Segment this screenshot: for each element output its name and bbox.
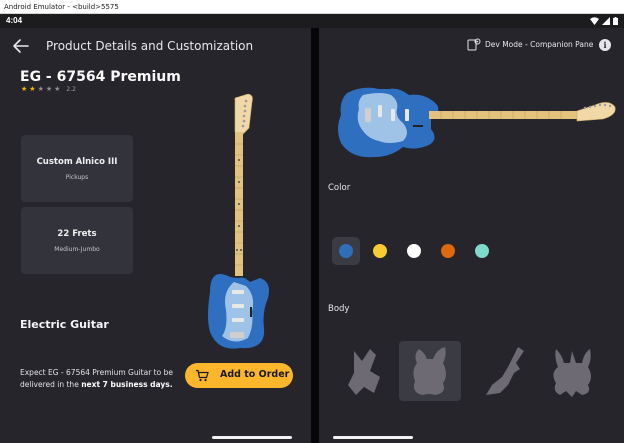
swatch-dot — [475, 244, 489, 258]
star-icon: ★ — [21, 85, 28, 93]
spec-title: 22 Frets — [57, 228, 97, 239]
page-title: Product Details and Customization — [46, 39, 254, 53]
flying-v-body-icon — [486, 347, 524, 395]
color-swatch-white[interactable] — [400, 237, 428, 265]
product-category: Electric Guitar — [20, 318, 109, 331]
product-name: EG - 67564 Premium — [20, 69, 181, 85]
star-icon: ★ — [29, 85, 36, 93]
body-option-stratocaster[interactable] — [399, 341, 461, 401]
companion-pane: Dev Mode - Companion Pane i Color Body — [319, 28, 624, 443]
color-swatch-yellow[interactable] — [366, 237, 394, 265]
stratocaster-body-icon — [413, 347, 446, 395]
add-to-order-button[interactable]: Add to Order — [185, 363, 293, 388]
dev-mode-indicator: Dev Mode - Companion Pane — [467, 38, 593, 51]
body-option-super-strat[interactable] — [542, 341, 604, 401]
gesture-nav-handle[interactable] — [212, 436, 292, 439]
star-empty-icon: ★ — [45, 85, 53, 93]
fold-hinge — [311, 28, 319, 443]
cart-icon — [196, 369, 209, 382]
color-swatch-blue[interactable] — [332, 237, 360, 265]
swatch-dot — [339, 244, 353, 258]
swatch-dot — [441, 244, 455, 258]
back-arrow-icon[interactable] — [12, 38, 30, 54]
star-empty-icon: ★ — [54, 85, 61, 93]
product-details-pane: Product Details and Customization EG - 6… — [0, 28, 311, 443]
swatch-dot — [407, 244, 421, 258]
signal-icon — [602, 17, 610, 25]
color-swatch-orange[interactable] — [434, 237, 462, 265]
rating: ★ ★ ★ ★ ★ 2.2 — [21, 85, 76, 93]
spec-subtitle: Pickups — [65, 173, 89, 181]
gesture-nav-handle[interactable] — [333, 436, 413, 439]
status-icons — [590, 17, 618, 25]
star-empty-icon: ★ — [37, 85, 44, 93]
guitar-image-vertical — [208, 93, 269, 349]
spec-title: Custom Alnico III — [36, 156, 118, 167]
spec-card-pickups: Custom Alnico III Pickups — [21, 135, 133, 202]
wifi-icon — [590, 17, 599, 25]
color-section-label: Color — [328, 183, 351, 193]
status-time: 4:04 — [6, 16, 23, 25]
super-strat-body-icon — [553, 349, 591, 397]
explorer-body-icon — [348, 349, 380, 395]
body-option-flying-v[interactable] — [478, 341, 540, 401]
color-swatch-teal[interactable] — [468, 237, 496, 265]
dev-mode-label: Dev Mode - Companion Pane — [485, 40, 594, 49]
rating-value: 2.2 — [66, 85, 76, 93]
guitar-image-horizontal — [338, 87, 616, 158]
top-app-bar: Product Details and Customization — [0, 28, 311, 64]
info-icon[interactable]: i — [599, 39, 611, 51]
emulator-window-title: Android Emulator - <build>5575 — [0, 0, 624, 14]
spec-subtitle: Medium-Jumbo — [54, 245, 100, 253]
delivery-estimate: Expect EG - 67564 Premium Guitar to be d… — [20, 367, 180, 391]
body-option-explorer[interactable] — [334, 341, 396, 401]
swatch-dot — [373, 244, 387, 258]
spec-card-frets: 22 Frets Medium-Jumbo — [21, 207, 133, 274]
delivery-highlight: next 7 business days. — [81, 380, 173, 389]
add-to-order-label: Add to Order — [220, 369, 290, 380]
battery-icon — [613, 17, 618, 25]
status-bar: 4:04 — [0, 14, 624, 28]
body-section-label: Body — [328, 304, 350, 314]
dev-mode-icon — [467, 38, 481, 51]
